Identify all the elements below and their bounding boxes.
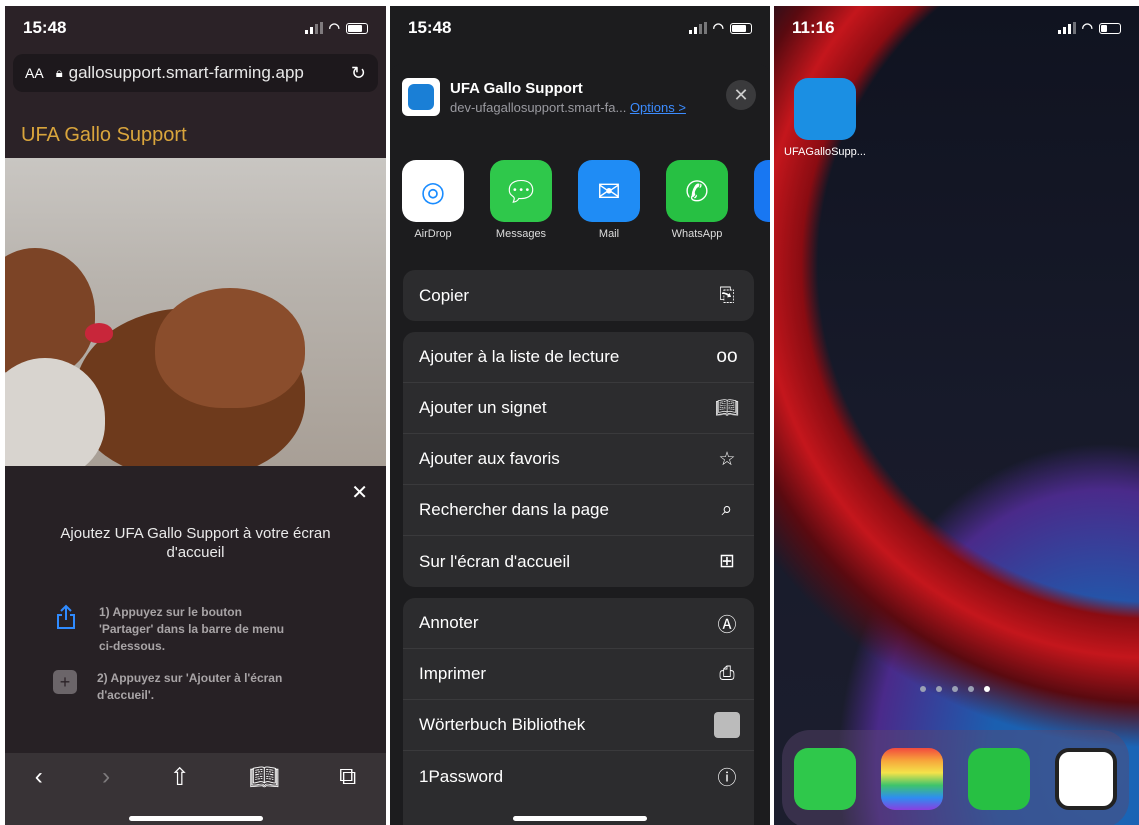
signal-icon bbox=[1057, 22, 1076, 34]
share-icon bbox=[53, 604, 79, 630]
action-reading-list[interactable]: Ajouter à la liste de lecture oo bbox=[403, 332, 754, 383]
step2-text: 2) Appuyez sur 'Ajouter à l'écran d'accu… bbox=[97, 671, 283, 702]
home-indicator bbox=[513, 816, 647, 821]
copy-icon: ⎘ bbox=[719, 284, 735, 306]
hero-image bbox=[5, 158, 386, 466]
options-link[interactable]: Options > bbox=[630, 100, 686, 115]
1password-icon: ⓘ bbox=[717, 768, 737, 789]
action-print[interactable]: Imprimer ⎙ bbox=[403, 649, 754, 700]
share-whatsapp[interactable]: ✆ WhatsApp bbox=[666, 160, 728, 240]
home-screen: 11:16 ◠ UFAGalloSupp... bbox=[774, 6, 1139, 825]
forward-icon[interactable]: › bbox=[102, 763, 110, 825]
signal-icon bbox=[304, 22, 323, 34]
ufagallo-app-icon bbox=[794, 78, 856, 140]
share-more[interactable]: Fa bbox=[754, 160, 770, 240]
share-targets: ◎ AirDrop 💬︎ Messages ✉ Mail ✆ WhatsApp … bbox=[402, 160, 770, 240]
address-bar[interactable]: AA 🔒︎ gallosupport.smart-farming.app ↻ bbox=[13, 54, 378, 92]
app-icon bbox=[402, 78, 440, 116]
dock bbox=[782, 730, 1129, 825]
plus-square-icon: ⊞ bbox=[719, 551, 735, 572]
action-copy[interactable]: Copier ⎘ bbox=[403, 270, 754, 321]
search-icon: ⌕ bbox=[721, 499, 733, 520]
sheet-url: dev-ufagallosupport.smart-fa... bbox=[450, 99, 627, 115]
action-find[interactable]: Rechercher dans la page ⌕ bbox=[403, 485, 754, 536]
facebook-icon bbox=[754, 160, 770, 222]
safari-screen: 15:48 ◠ AA 🔒︎ gallosupport.smart-farming… bbox=[5, 6, 386, 825]
status-icons: ◠ bbox=[1057, 20, 1121, 36]
dictionary-icon bbox=[714, 712, 740, 738]
airdrop-icon: ◎ bbox=[402, 160, 464, 222]
phone-icon[interactable] bbox=[794, 748, 857, 810]
tabs-icon[interactable]: ⧉ bbox=[339, 763, 356, 825]
action-favorites[interactable]: Ajouter aux favoris ☆ bbox=[403, 434, 754, 485]
share-sheet: UFA Gallo Support dev-ufagallosupport.sm… bbox=[390, 64, 770, 825]
step-add: + 2) Appuyez sur 'Ajouter à l'écran d'ac… bbox=[53, 670, 297, 704]
share-airdrop[interactable]: ◎ AirDrop bbox=[402, 160, 464, 240]
signal-icon bbox=[688, 22, 707, 34]
messages-icon: 💬︎ bbox=[490, 160, 552, 222]
status-bar: 11:16 ◠ bbox=[774, 6, 1139, 50]
action-dictionary[interactable]: Wörterbuch Bibliothek bbox=[403, 700, 754, 751]
close-icon[interactable]: ✕ bbox=[351, 480, 368, 505]
share-messages[interactable]: 💬︎ Messages bbox=[490, 160, 552, 240]
action-1password[interactable]: 1Password ⓘ bbox=[403, 751, 754, 802]
home-app-ufagallo[interactable]: UFAGalloSupp... bbox=[784, 78, 866, 158]
book-icon: 📖︎ bbox=[714, 398, 740, 419]
page-dots[interactable] bbox=[920, 686, 990, 692]
glasses-icon: oo bbox=[716, 346, 738, 367]
mail-icon: ✉ bbox=[578, 160, 640, 222]
plus-square-icon: + bbox=[53, 670, 77, 694]
sheet-header: UFA Gallo Support dev-ufagallosupport.sm… bbox=[390, 64, 770, 130]
status-bar: 15:48 ◠ bbox=[5, 6, 386, 50]
actions-group: Ajouter à la liste de lecture oo Ajouter… bbox=[403, 332, 754, 587]
back-icon[interactable]: ‹ bbox=[35, 763, 43, 825]
status-time: 11:16 bbox=[792, 18, 835, 37]
wifi-icon: ◠ bbox=[712, 20, 724, 35]
battery-icon bbox=[1099, 22, 1121, 34]
copy-group: Copier ⎘ bbox=[403, 270, 754, 321]
clock-icon[interactable] bbox=[1054, 748, 1117, 810]
battery-icon bbox=[730, 22, 752, 34]
printer-icon: ⎙ bbox=[719, 663, 735, 684]
reader-settings-button[interactable]: AA bbox=[25, 65, 44, 81]
share-mail[interactable]: ✉ Mail bbox=[578, 160, 640, 240]
share-sheet-screen: 15:48 ◠ UFA Gallo Support dev-ufagallosu… bbox=[390, 6, 770, 825]
reload-icon[interactable]: ↻ bbox=[351, 63, 366, 84]
more-actions-group: Annoter Ⓐ Imprimer ⎙ Wörterbuch Biblioth… bbox=[403, 598, 754, 825]
status-icons: ◠ bbox=[688, 20, 752, 36]
lock-icon: 🔒︎ bbox=[55, 65, 63, 80]
wifi-icon: ◠ bbox=[328, 20, 340, 35]
step-share: 1) Appuyez sur le bouton 'Partager' dans… bbox=[53, 604, 299, 655]
star-icon: ☆ bbox=[718, 448, 736, 470]
app-label: UFAGalloSupp... bbox=[784, 146, 866, 158]
action-add-home[interactable]: Sur l'écran d'accueil ⊞ bbox=[403, 536, 754, 587]
status-icons: ◠ bbox=[304, 20, 368, 36]
status-time: 15:48 bbox=[408, 18, 452, 37]
sheet-title: UFA Gallo Support bbox=[450, 79, 583, 97]
whatsapp-icon: ✆ bbox=[666, 160, 728, 222]
close-icon[interactable]: ✕ bbox=[726, 80, 756, 110]
step1-text: 1) Appuyez sur le bouton 'Partager' dans… bbox=[99, 605, 285, 653]
banner-title: Ajoutez UFA Gallo Support à votre écran … bbox=[60, 525, 331, 561]
wifi-icon: ◠ bbox=[1081, 20, 1093, 35]
home-indicator bbox=[128, 816, 263, 821]
url-text[interactable]: gallosupport.smart-farming.app bbox=[69, 63, 351, 83]
pen-icon: Ⓐ bbox=[717, 614, 737, 636]
site-title: UFA Gallo Support bbox=[21, 124, 187, 146]
battery-icon bbox=[346, 22, 368, 34]
add-to-home-banner: ✕ Ajoutez UFA Gallo Support à votre écra… bbox=[5, 466, 386, 753]
safari-toolbar: ‹ › ⇧ 📖︎ ⧉ bbox=[5, 753, 386, 825]
status-bar: 15:48 ◠ bbox=[390, 6, 770, 50]
status-time: 15:48 bbox=[23, 18, 67, 37]
action-bookmark[interactable]: Ajouter un signet 📖︎ bbox=[403, 383, 754, 434]
trello-icon[interactable] bbox=[881, 748, 944, 810]
whatsapp-icon[interactable] bbox=[967, 748, 1030, 810]
action-markup[interactable]: Annoter Ⓐ bbox=[403, 598, 754, 649]
